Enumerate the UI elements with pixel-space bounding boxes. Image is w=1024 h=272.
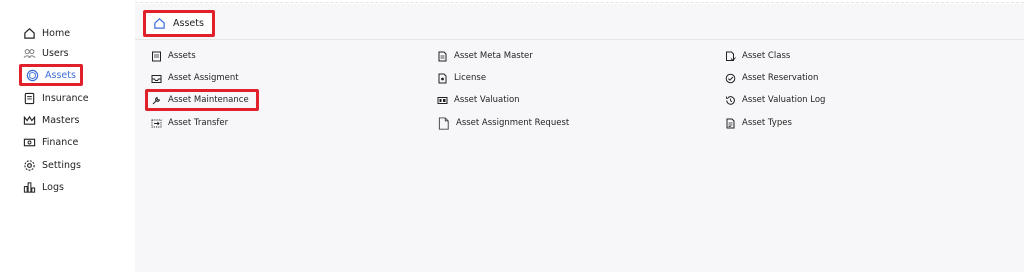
masters-icon: [22, 113, 36, 127]
link-label: Asset Maintenance: [168, 95, 249, 105]
sidebar-item-label: Users: [42, 47, 69, 59]
link-label: Asset Reservation: [742, 73, 819, 83]
link-asset-class[interactable]: Asset Class: [725, 48, 790, 64]
sidebar-item-label: Logs: [42, 181, 64, 193]
license-icon: [437, 73, 448, 84]
sidebar-item-label: Finance: [42, 136, 79, 148]
inbox-icon: [151, 73, 162, 84]
check-circle-icon: [725, 73, 736, 84]
sidebar-item-insurance[interactable]: Insurance: [22, 88, 89, 108]
link-label: Asset Transfer: [168, 118, 229, 128]
sidebar-item-home[interactable]: Home: [22, 23, 70, 43]
link-label: Asset Valuation Log: [742, 95, 826, 105]
sidebar: Home Users Assets Insurance Masters Fina…: [0, 0, 135, 272]
sidebar-item-users[interactable]: Users: [22, 43, 69, 63]
link-label: License: [454, 73, 487, 83]
sidebar-item-label: Assets: [45, 69, 76, 81]
users-icon: [22, 46, 36, 60]
types-icon: [725, 118, 736, 129]
sidebar-item-masters[interactable]: Masters: [22, 110, 79, 130]
main-content: Assets Assets Asset Assigment Asset Main…: [135, 4, 1024, 272]
home-icon: [153, 17, 166, 30]
link-asset-maintenance[interactable]: Asset Maintenance: [145, 89, 259, 111]
tab-label: Assets: [173, 18, 204, 29]
link-assets[interactable]: Assets: [151, 48, 196, 64]
link-label: Asset Types: [742, 118, 792, 128]
wrench-icon: [151, 95, 162, 106]
link-label: Asset Meta Master: [454, 51, 533, 61]
sidebar-item-logs[interactable]: Logs: [22, 177, 64, 197]
sidebar-item-label: Insurance: [42, 92, 89, 104]
link-label: Asset Assigment: [168, 73, 239, 83]
top-divider: [0, 2, 1024, 3]
link-asset-reservation[interactable]: Asset Reservation: [725, 70, 818, 86]
home-icon: [22, 26, 36, 40]
link-asset-types[interactable]: Asset Types: [725, 115, 792, 131]
transfer-icon: [151, 118, 162, 129]
link-label: Assets: [168, 51, 196, 61]
link-asset-assigment[interactable]: Asset Assigment: [151, 70, 239, 86]
assets-icon: [25, 68, 39, 82]
link-license[interactable]: License: [437, 70, 486, 86]
link-asset-valuation[interactable]: Asset Valuation: [437, 92, 520, 108]
sidebar-item-label: Home: [42, 27, 71, 39]
link-label: Asset Valuation: [454, 95, 520, 105]
history-icon: [725, 95, 736, 106]
sidebar-item-finance[interactable]: Finance: [22, 132, 78, 152]
finance-icon: [22, 135, 36, 149]
settings-icon: [22, 158, 36, 172]
sidebar-item-assets[interactable]: Assets: [19, 64, 83, 86]
link-label: Asset Class: [742, 51, 791, 61]
tab-bar: Assets: [135, 4, 1024, 40]
insurance-icon: [22, 91, 36, 105]
sidebar-item-label: Settings: [42, 159, 81, 171]
link-asset-assignment-request[interactable]: Asset Assignment Request: [437, 115, 569, 131]
class-icon: [725, 51, 736, 62]
sidebar-item-settings[interactable]: Settings: [22, 155, 81, 175]
link-label: Asset Assignment Request: [456, 118, 570, 128]
valuation-icon: [437, 95, 448, 106]
link-asset-transfer[interactable]: Asset Transfer: [151, 115, 228, 131]
file-icon: [437, 51, 448, 62]
sidebar-item-label: Masters: [42, 114, 80, 126]
tab-assets[interactable]: Assets: [143, 10, 215, 37]
link-asset-valuation-log[interactable]: Asset Valuation Log: [725, 92, 825, 108]
link-asset-meta-master[interactable]: Asset Meta Master: [437, 48, 533, 64]
document-icon: [151, 51, 162, 62]
logs-icon: [22, 180, 36, 194]
blank-file-icon: [437, 116, 450, 130]
